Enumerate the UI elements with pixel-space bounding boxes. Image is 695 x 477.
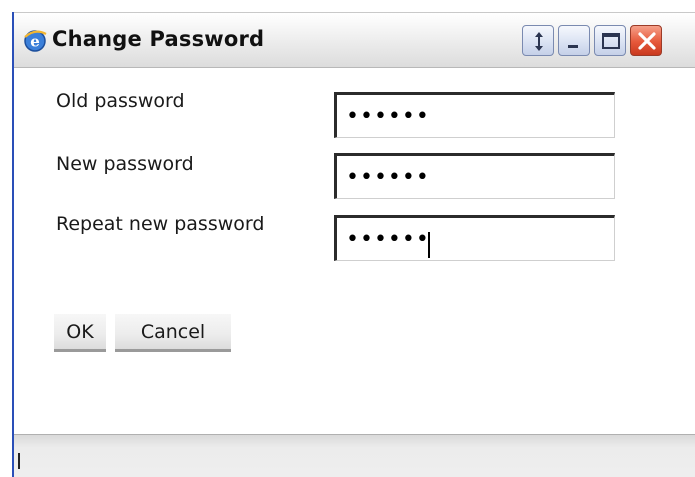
status-bar [14, 434, 695, 477]
maximize-button[interactable] [594, 25, 626, 56]
repeat-new-password-field[interactable] [334, 215, 615, 261]
resize-arrows-icon [535, 32, 543, 51]
cancel-button[interactable]: Cancel [115, 314, 231, 352]
maximize-icon [602, 33, 620, 49]
minimize-button[interactable] [558, 25, 590, 56]
old-password-label: Old password [56, 90, 185, 112]
ie-globe-icon: e [24, 30, 47, 52]
change-password-window: e Change Password Old password •••••• Ne… [12, 12, 695, 477]
text-caret [428, 232, 430, 258]
ok-button[interactable]: OK [54, 314, 106, 352]
close-button[interactable] [630, 25, 662, 56]
window-title: Change Password [52, 27, 265, 51]
svg-text:e: e [30, 33, 40, 51]
close-icon [638, 32, 656, 50]
resize-button[interactable] [522, 25, 554, 56]
old-password-field[interactable] [334, 92, 615, 138]
new-password-field[interactable] [334, 153, 615, 199]
status-bar-divider [18, 453, 20, 469]
title-bar[interactable]: e Change Password [14, 12, 695, 68]
minimize-icon [568, 45, 578, 48]
new-password-label: New password [56, 153, 194, 175]
repeat-new-password-label: Repeat new password [56, 213, 265, 235]
